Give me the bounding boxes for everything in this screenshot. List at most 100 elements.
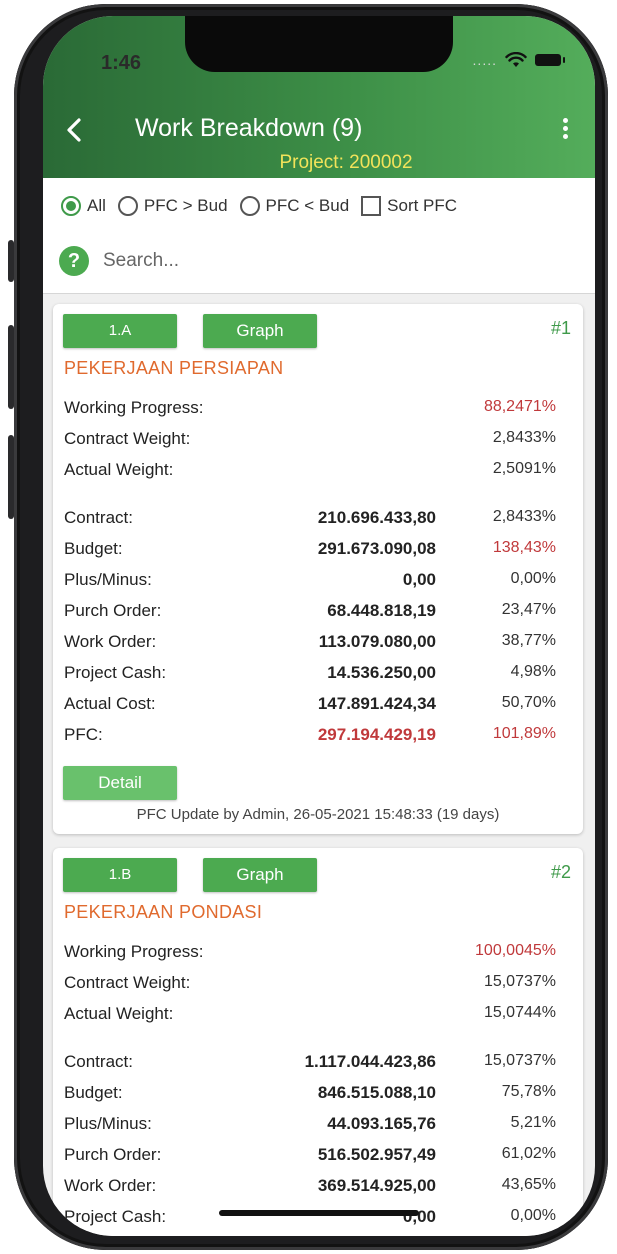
contract-row: Contract: 210.696.433,80 2,8433%: [64, 508, 556, 530]
plus-minus-label: Plus/Minus:: [64, 1114, 152, 1133]
help-icon[interactable]: ?: [59, 246, 89, 276]
item-code-button[interactable]: 1.B: [63, 858, 177, 892]
plus-minus-row: Plus/Minus: 44.093.165,76 5,21%: [64, 1114, 556, 1136]
mute-switch: [8, 240, 14, 282]
contract-row: Contract: 1.117.044.423,86 15,0737%: [64, 1052, 556, 1074]
work-order-pct: 43,65%: [501, 1176, 556, 1193]
actual-cost-pct: 50,70%: [501, 694, 556, 711]
project-cash-pct: 0,00%: [510, 1207, 556, 1224]
work-order-row: Work Order: 369.514.925,00 43,65%: [64, 1176, 556, 1198]
pfc-update-note: PFC Update by Admin, 26-05-2021 15:48:33…: [136, 806, 500, 823]
purch-order-amount: 516.502.957,49: [317, 1145, 436, 1164]
filter-pfc-lt-bud-label: PFC < Bud: [265, 196, 350, 215]
plus-minus-label: Plus/Minus:: [64, 570, 152, 589]
budget-pct: 138,43%: [492, 539, 556, 556]
project-text: Project: 200002: [279, 152, 413, 173]
more-menu-icon[interactable]: [561, 118, 569, 142]
radio-all[interactable]: [61, 196, 81, 216]
work-item-card: 1.B Graph #2 PEKERJAAN PONDASI Working P…: [53, 848, 583, 1236]
detail-button[interactable]: Detail: [63, 766, 177, 800]
actual-weight-value: 2,5091%: [492, 460, 556, 477]
budget-label: Budget:: [64, 539, 123, 558]
working-progress-row: Working Progress: 88,2471%: [64, 398, 556, 420]
actual-weight-row: Actual Weight: 15,0744%: [64, 1004, 556, 1026]
filter-pfc-gt-bud-label: PFC > Bud: [143, 196, 228, 215]
battery-icon: [535, 54, 565, 66]
search-input[interactable]: [103, 248, 563, 274]
actual-weight-label: Actual Weight:: [64, 460, 174, 479]
purch-order-label: Purch Order:: [64, 1145, 162, 1164]
purch-order-pct: 61,02%: [501, 1145, 556, 1162]
carrier-dots: .....: [472, 52, 497, 68]
wifi-icon: [505, 52, 527, 67]
budget-row: Budget: 846.515.088,10 75,78%: [64, 1083, 556, 1105]
filter-pfc-gt-bud[interactable]: PFC > Bud: [117, 196, 228, 216]
work-order-row: Work Order: 113.079.080,00 38,77%: [64, 632, 556, 654]
budget-amount: 846.515.088,10: [317, 1083, 436, 1102]
status-time: 1:46: [101, 52, 142, 74]
sort-pfc-checkbox[interactable]: [361, 196, 382, 216]
purch-order-row: Purch Order: 516.502.957,49 61,02%: [64, 1145, 556, 1167]
working-progress-label: Working Progress:: [64, 398, 204, 417]
actual-weight-row: Actual Weight: 2,5091%: [64, 460, 556, 482]
work-item-card: 1.A Graph #1 PEKERJAAN PERSIAPAN Working…: [53, 304, 583, 834]
purch-order-label: Purch Order:: [64, 601, 162, 620]
graph-button[interactable]: Graph: [203, 314, 317, 348]
actual-weight-label: Actual Weight:: [64, 1004, 174, 1023]
contract-pct: 15,0737%: [483, 1052, 556, 1069]
purch-order-pct: 23,47%: [501, 601, 556, 618]
notch: [185, 16, 453, 72]
item-name: PEKERJAAN PERSIAPAN: [64, 358, 284, 378]
sort-pfc-option[interactable]: Sort PFC: [361, 196, 457, 216]
plus-minus-row: Plus/Minus: 0,00 0,00%: [64, 570, 556, 592]
contract-weight-label: Contract Weight:: [64, 973, 191, 992]
work-order-amount: 369.514.925,00: [317, 1176, 436, 1195]
budget-label: Budget:: [64, 1083, 123, 1102]
contract-amount: 1.117.044.423,86: [304, 1052, 436, 1071]
contract-weight-label: Contract Weight:: [64, 429, 191, 448]
radio-pfc-gt-bud[interactable]: [117, 196, 138, 216]
actual-cost-amount: 147.891.424,34: [317, 694, 436, 713]
actual-weight-value: 15,0744%: [483, 1004, 556, 1021]
pfc-label: PFC:: [64, 725, 103, 744]
back-arrow-icon[interactable]: [61, 116, 89, 144]
app-header: 1:46 ..... Work Breakdown (9) Project: 2…: [43, 16, 595, 178]
actual-cost-label: Actual Cost:: [64, 694, 156, 713]
graph-button[interactable]: Graph: [203, 858, 317, 892]
work-order-label: Work Order:: [64, 1176, 157, 1195]
plus-minus-amount: 0,00: [402, 570, 436, 589]
radio-pfc-lt-bud[interactable]: [239, 196, 260, 216]
actual-cost-row: Actual Cost: 147.891.424,34 50,70%: [64, 694, 556, 716]
contract-label: Contract:: [64, 508, 133, 527]
contract-amount: 210.696.433,80: [317, 508, 436, 527]
item-code-button[interactable]: 1.A: [63, 314, 177, 348]
plus-minus-pct: 5,21%: [510, 1114, 556, 1131]
budget-amount: 291.673.090,08: [317, 539, 436, 558]
item-sequence: #2: [550, 862, 571, 882]
project-label: Project: 200002: [43, 152, 595, 174]
contract-weight-row: Contract Weight: 15,0737%: [64, 973, 556, 995]
purch-order-amount: 68.448.818,19: [327, 601, 436, 620]
filter-all-label: All: [87, 196, 106, 215]
filter-all[interactable]: All: [61, 196, 106, 216]
pfc-row: PFC: 297.194.429,19 101,89%: [64, 725, 556, 747]
working-progress-label: Working Progress:: [64, 942, 204, 961]
item-sequence: #1: [550, 318, 571, 338]
contract-weight-value: 2,8433%: [492, 429, 556, 446]
budget-pct: 75,78%: [501, 1083, 556, 1100]
work-order-pct: 38,77%: [501, 632, 556, 649]
home-indicator[interactable]: [219, 1210, 419, 1216]
project-cash-pct: 4,98%: [510, 663, 556, 680]
working-progress-value: 100,0045%: [475, 942, 556, 959]
contract-weight-row: Contract Weight: 2,8433%: [64, 429, 556, 451]
filter-pfc-lt-bud[interactable]: PFC < Bud: [239, 196, 350, 216]
work-order-amount: 113.079.080,00: [318, 632, 436, 651]
contract-label: Contract:: [64, 1052, 133, 1071]
work-order-label: Work Order:: [64, 632, 157, 651]
item-name: PEKERJAAN PONDASI: [64, 902, 263, 922]
page-title: Work Breakdown (9): [135, 114, 363, 142]
working-progress-row: Working Progress: 100,0045%: [64, 942, 556, 964]
project-cash-row: Project Cash: 14.536.250,00 4,98%: [64, 663, 556, 685]
status-icons: .....: [472, 52, 565, 68]
contract-pct: 2,8433%: [492, 508, 556, 525]
